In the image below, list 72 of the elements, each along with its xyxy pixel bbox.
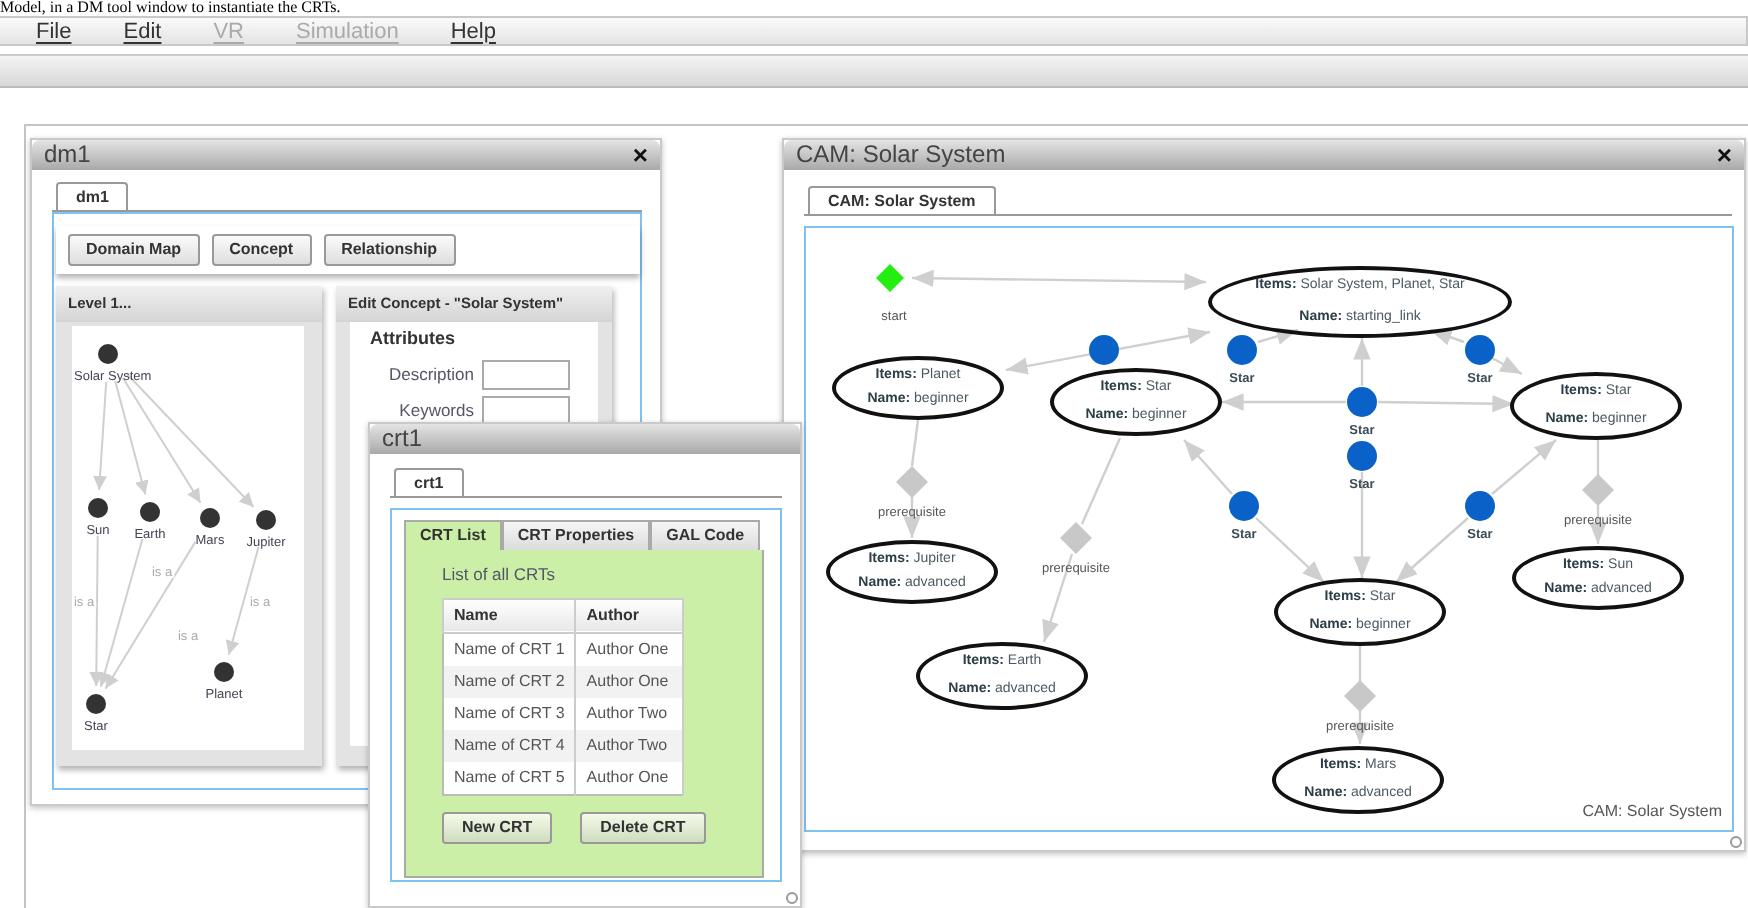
arrow-connector (225, 546, 260, 656)
resize-grip-icon[interactable] (1730, 836, 1742, 848)
diamond-node-icon (1582, 474, 1614, 506)
diamond-node-icon (1060, 522, 1092, 554)
dot-node-icon (1229, 491, 1259, 521)
diamond-node-icon (896, 466, 928, 498)
menu-item[interactable]: File (24, 17, 84, 45)
dot-node-icon (1465, 491, 1495, 521)
window-tab[interactable]: dm1 (56, 182, 129, 210)
input-field[interactable] (482, 395, 570, 425)
dot-node-icon (1227, 335, 1257, 365)
column-header: Name (443, 598, 576, 633)
window-title: dm1 (44, 140, 91, 170)
arrow-connector (1491, 356, 1523, 376)
action-button[interactable]: Delete CRT (580, 811, 706, 844)
table-row[interactable]: Name of CRT 5 Author One (443, 761, 684, 795)
close-button[interactable]: × (1716, 142, 1732, 168)
action-button[interactable]: New CRT (442, 811, 553, 844)
node-dot-icon (98, 344, 118, 364)
canvas-caption: CAM: Solar System (1582, 800, 1722, 824)
dot-node-icon (1465, 335, 1495, 365)
arrow-connector (1491, 439, 1557, 495)
field-label: Keywords (399, 397, 474, 423)
tab[interactable]: GAL Code (650, 520, 761, 550)
table-cell: Author One (575, 665, 684, 698)
close-button[interactable]: × (632, 142, 648, 168)
menu-item[interactable]: Edit (111, 17, 174, 45)
arrow-connector (1255, 517, 1325, 583)
toolbar-button[interactable]: Domain Map (68, 234, 200, 266)
table-cell: Author Two (575, 729, 684, 762)
arrow-connector (1353, 338, 1371, 386)
section-title: Attributes (370, 326, 457, 352)
dot-node-icon (1347, 441, 1377, 471)
column-header: Author (575, 598, 684, 633)
toolbar-button[interactable]: Relationship (323, 234, 456, 266)
table-row[interactable]: Name of CRT 2 Author One (443, 665, 684, 698)
dot-node-icon (1347, 387, 1377, 417)
document-text: Model, in a DM tool window to instantiate the CRTs. (0, 0, 341, 16)
arrow-connector (1429, 328, 1465, 346)
resize-grip-icon[interactable] (786, 892, 798, 904)
arrow-connector (1395, 517, 1469, 583)
dot-node-icon (1089, 335, 1119, 365)
arrow-connector (1222, 393, 1346, 411)
table-cell: Name of CRT 2 (443, 665, 576, 698)
table-row[interactable]: Name of CRT 4 Author Two (443, 729, 684, 762)
tab[interactable]: CRT List (404, 520, 502, 550)
input-field[interactable] (482, 359, 570, 389)
table-cell: Name of CRT 5 (443, 761, 576, 795)
table-cell: Author One (575, 761, 684, 795)
arrow-connector (93, 380, 108, 492)
tab[interactable]: CRT Properties (501, 520, 651, 550)
toolbar-button[interactable]: Concept (211, 234, 312, 266)
menu-item[interactable]: Help (438, 17, 508, 45)
node-dot-icon (86, 694, 106, 714)
arrow-connector (1378, 395, 1514, 413)
window-tab[interactable]: CAM: Solar System (808, 186, 996, 214)
window-tab[interactable]: crt1 (394, 468, 464, 496)
start-diamond-icon (876, 264, 904, 292)
window-title: crt1 (382, 424, 423, 454)
window-title: CAM: Solar System (796, 140, 1006, 170)
field-label: Description (388, 361, 474, 387)
node-dot-icon (88, 498, 108, 518)
list-caption: List of all CRTs (442, 562, 558, 588)
table-cell: Name of CRT 4 (443, 729, 576, 762)
arrow-connector (1183, 439, 1233, 495)
node-dot-icon (140, 502, 160, 522)
arrow-connector (1353, 472, 1371, 578)
node-dot-icon (214, 662, 234, 682)
node-dot-icon (256, 510, 276, 530)
diamond-node-icon (1344, 680, 1376, 712)
arrow-connector (1257, 327, 1299, 345)
node-dot-icon (200, 508, 220, 528)
